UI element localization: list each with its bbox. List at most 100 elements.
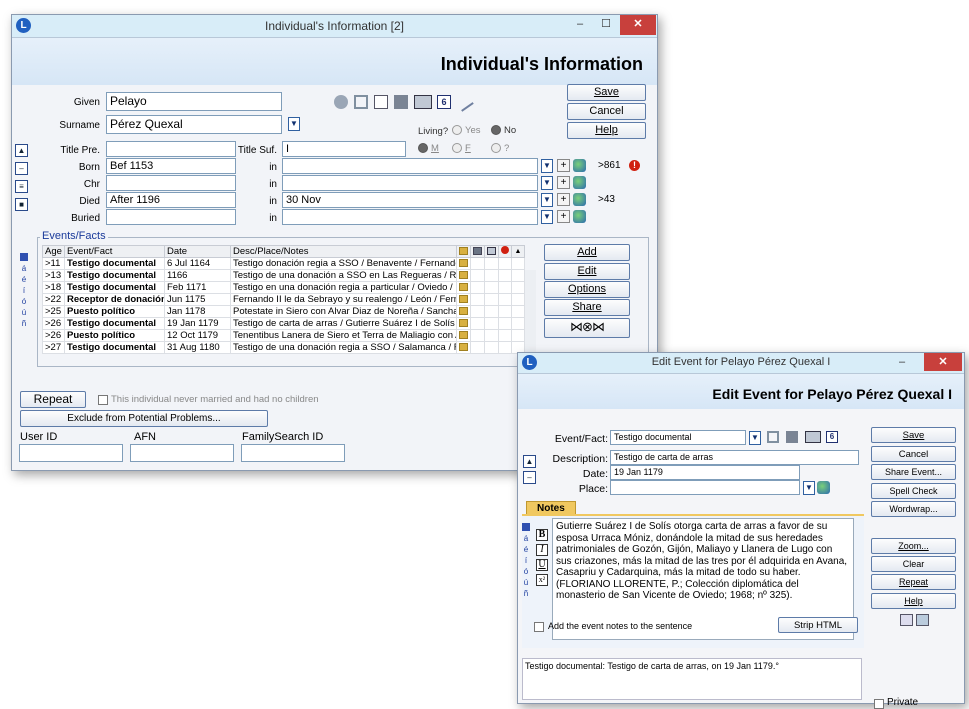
title-pre-field[interactable] [106,141,236,157]
chr-globe-icon[interactable] [573,176,586,189]
sex-f-radio[interactable]: F [452,143,471,154]
underline-button[interactable]: U [536,559,548,571]
special-chars-icon[interactable] [522,523,530,531]
edit-save-button[interactable]: Save [871,427,956,443]
strip-html-button[interactable]: Strip HTML [778,617,858,633]
home-icon[interactable] [354,95,368,109]
chr-add-button[interactable]: + [557,176,570,189]
place-field[interactable] [610,480,800,495]
events-scrollbar[interactable] [525,270,536,363]
char-e-acute[interactable]: é [18,274,30,285]
char-i-acute[interactable]: í [18,285,30,296]
exclude-problems-button[interactable]: Exclude from Potential Problems... [20,410,268,427]
date-field[interactable]: 19 Jan 1179 [610,465,800,480]
calendar-icon[interactable]: 6 [437,95,451,109]
buried-date-field[interactable] [106,209,236,225]
event-row[interactable]: >18 Testigo documental Feb 1171 Testigo en … [42,281,525,294]
surname-dropdown[interactable]: ▼ [288,117,300,131]
edit-repeat-button[interactable]: Repeat [871,574,956,590]
paste-icon[interactable] [916,614,929,626]
familysearch-field[interactable] [241,444,345,462]
document-icon[interactable] [374,95,388,109]
col-date-header[interactable]: Date [164,245,231,258]
wordwrap-button[interactable]: Wordwrap... [871,501,956,517]
event-row[interactable]: >11 Testigo documental 6 Jul 1164 Testigo d… [42,257,525,270]
italic-button[interactable]: I [536,544,548,556]
description-field[interactable]: Testigo de carta de arras [610,450,859,465]
event-row[interactable]: >26 Puesto político 12 Oct 1179 Tenentibus … [42,329,525,342]
options-button[interactable]: Options [544,281,630,298]
given-field[interactable]: Pelayo [106,92,282,111]
sex-unknown-radio[interactable]: ? [491,143,509,154]
died-place-dropdown[interactable]: ▼ [541,193,553,207]
died-add-button[interactable]: + [557,193,570,206]
col-problems-header[interactable] [498,245,512,258]
event-row[interactable]: >22 Receptor de donación Jun 1175 Fernando … [42,293,525,306]
special-chars-icon[interactable] [20,253,28,261]
born-place-field[interactable] [282,158,538,174]
event-row[interactable]: >26 Testigo documental 19 Jan 1179 Testigo … [42,317,525,330]
bold-button[interactable]: B [536,529,548,541]
char-u-acute[interactable]: ú [18,307,30,318]
place-globe-icon[interactable] [817,481,830,494]
chr-place-dropdown[interactable]: ▼ [541,176,553,190]
col-age-header[interactable]: Age [42,245,65,258]
dna-button[interactable]: ⋈⊗⋈ [544,318,630,338]
copy-icon[interactable] [900,614,913,626]
zoom-button[interactable]: Zoom... [871,538,956,554]
event-row[interactable]: >25 Puesto político Jan 1178 Potestate in S… [42,305,525,318]
born-globe-icon[interactable] [573,159,586,172]
char-i-acute[interactable]: í [520,555,532,566]
buried-globe-icon[interactable] [573,210,586,223]
share-event-button[interactable]: Share Event... [871,464,956,480]
chr-date-field[interactable] [106,175,236,191]
afn-field[interactable] [130,444,234,462]
share-button[interactable]: Share [544,299,630,316]
repeat-button[interactable]: Repeat [20,391,86,408]
event-row[interactable]: >27 Testigo documental 31 Aug 1180 Testigo … [42,341,525,354]
char-u-acute[interactable]: ú [520,577,532,588]
chr-place-field[interactable] [282,175,538,191]
died-globe-icon[interactable] [573,193,586,206]
home-icon[interactable] [767,431,779,443]
event-fact-field[interactable]: Testigo documental [610,430,746,445]
close-button[interactable]: ✕ [620,15,656,35]
char-a-acute[interactable]: á [520,533,532,544]
char-n-tilde[interactable]: ñ [520,588,532,599]
col-sources-header[interactable] [456,245,471,258]
image-icon[interactable] [805,431,821,443]
died-place-field[interactable]: 30 Nov [282,192,538,208]
col-event-header[interactable]: Event/Fact [64,245,165,258]
char-n-tilde[interactable]: ñ [18,318,30,329]
superscript-button[interactable]: x² [536,574,548,586]
char-e-acute[interactable]: é [520,544,532,555]
edit-help-button[interactable]: Help [871,593,956,609]
col-library-header[interactable] [470,245,485,258]
cancel-button[interactable]: Cancel [567,103,646,120]
char-o-acute[interactable]: ó [520,566,532,577]
char-o-acute[interactable]: ó [18,296,30,307]
buried-add-button[interactable]: + [557,210,570,223]
calendar-icon[interactable]: 6 [826,431,838,443]
add-event-button[interactable]: Add [544,244,630,261]
buried-place-field[interactable] [282,209,538,225]
edit-minimize-button[interactable]: – [890,353,914,373]
living-yes-radio[interactable]: Yes [452,125,481,136]
born-date-field[interactable]: Bef 1153 [106,158,236,174]
buried-place-dropdown[interactable]: ▼ [541,210,553,224]
warning-icon[interactable]: ! [629,160,640,171]
image-icon[interactable] [414,95,432,109]
never-married-checkbox[interactable] [98,395,108,405]
nav-up-button[interactable]: ▲ [15,144,28,157]
died-date-field[interactable]: After 1196 [106,192,236,208]
maximize-button[interactable]: ☐ [594,15,618,35]
living-no-radio[interactable]: No [491,125,516,136]
nav-minus-button[interactable]: – [15,162,28,175]
born-add-button[interactable]: + [557,159,570,172]
notes-tab[interactable]: Notes [526,501,576,515]
scroll-up-button[interactable]: ▲ [511,245,525,258]
people-icon[interactable] [334,95,348,109]
char-a-acute[interactable]: á [18,263,30,274]
user-id-field[interactable] [19,444,123,462]
save-button[interactable]: Save [567,84,646,101]
